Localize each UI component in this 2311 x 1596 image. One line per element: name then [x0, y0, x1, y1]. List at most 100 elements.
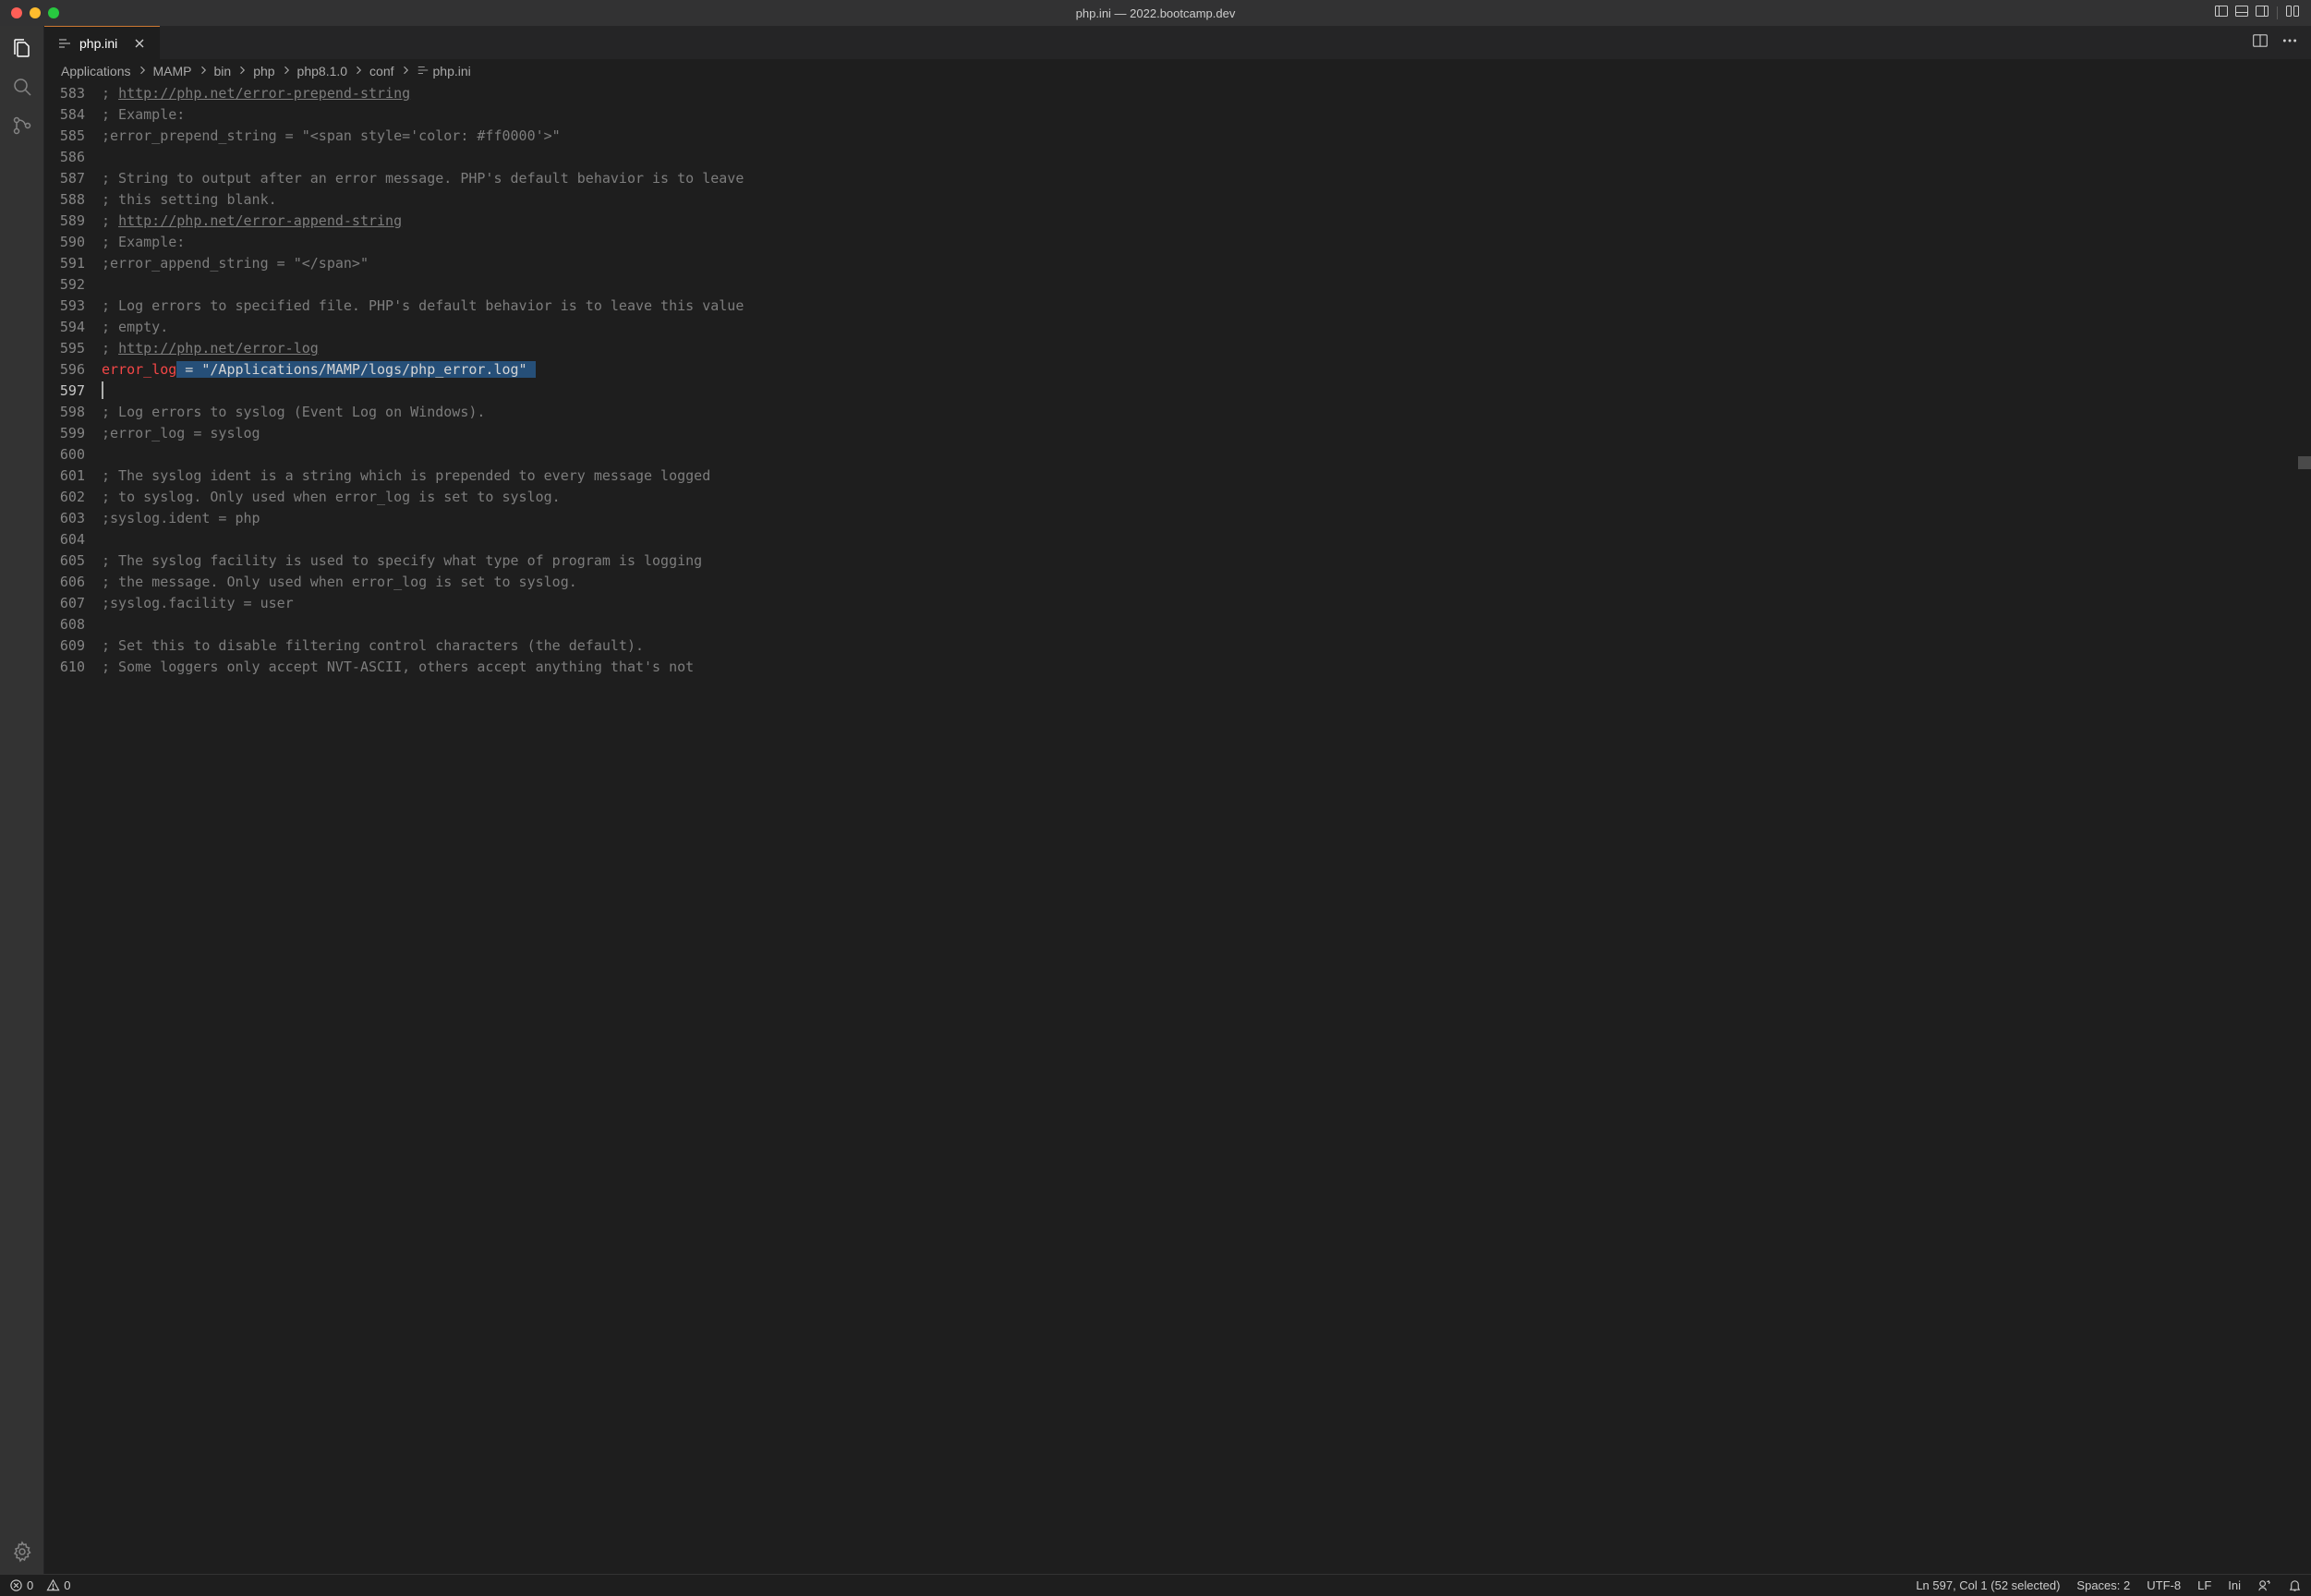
minimap[interactable]	[2298, 83, 2311, 1574]
breadcrumb-item[interactable]: php.ini	[417, 64, 471, 79]
code-line[interactable]: 601; The syslog ident is a string which …	[44, 466, 2311, 487]
file-lines-icon	[57, 36, 72, 51]
feedback-icon[interactable]	[2257, 1578, 2271, 1592]
minimap-viewport[interactable]	[2298, 456, 2311, 469]
line-number: 596	[44, 359, 102, 381]
line-content: ; http://php.net/error-log	[102, 338, 319, 359]
code-line[interactable]: 592	[44, 274, 2311, 296]
editor-column: php.ini Applications MAMP bin php php8.1.0 co…	[44, 26, 2311, 1574]
tab-php-ini[interactable]: php.ini	[44, 26, 160, 59]
settings-gear-icon[interactable]	[9, 1539, 35, 1565]
breadcrumb-item[interactable]: bin	[214, 64, 232, 79]
status-bar: 0 0 Ln 597, Col 1 (52 selected) Spaces: …	[0, 1574, 2311, 1596]
line-number: 602	[44, 487, 102, 508]
line-number: 595	[44, 338, 102, 359]
more-actions-icon[interactable]	[2281, 32, 2298, 54]
code-line[interactable]: 603;syslog.ident = php	[44, 508, 2311, 529]
status-language[interactable]: Ini	[2228, 1578, 2241, 1592]
code-line[interactable]: 593; Log errors to specified file. PHP's…	[44, 296, 2311, 317]
status-position[interactable]: Ln 597, Col 1 (52 selected)	[1916, 1578, 2060, 1592]
line-number: 600	[44, 444, 102, 466]
code-line[interactable]: 584; Example:	[44, 104, 2311, 126]
line-content: ;syslog.facility = user	[102, 593, 294, 614]
layout-left-icon[interactable]	[2214, 4, 2229, 23]
source-control-icon[interactable]	[9, 113, 35, 139]
line-number: 598	[44, 402, 102, 423]
code-line[interactable]: 607;syslog.facility = user	[44, 593, 2311, 614]
line-number: 584	[44, 104, 102, 126]
code-line[interactable]: 596error_log = "/Applications/MAMP/logs/…	[44, 359, 2311, 381]
code-line[interactable]: 610; Some loggers only accept NVT-ASCII,…	[44, 657, 2311, 678]
breadcrumb-item[interactable]: conf	[369, 64, 393, 79]
code-line[interactable]: 587; String to output after an error mes…	[44, 168, 2311, 189]
line-content: ; Log errors to specified file. PHP's de…	[102, 296, 744, 317]
line-content: ; this setting blank.	[102, 189, 277, 211]
status-warnings[interactable]: 0	[46, 1578, 70, 1592]
line-content: ; the message. Only used when error_log …	[102, 572, 577, 593]
code-line[interactable]: 600	[44, 444, 2311, 466]
line-content: ; http://php.net/error-append-string	[102, 211, 402, 232]
line-number: 610	[44, 657, 102, 678]
breadcrumb-item[interactable]: php8.1.0	[297, 64, 348, 79]
search-icon[interactable]	[9, 74, 35, 100]
text-cursor	[102, 381, 103, 399]
code-line[interactable]: 606; the message. Only used when error_l…	[44, 572, 2311, 593]
code-line[interactable]: 589; http://php.net/error-append-string	[44, 211, 2311, 232]
main-area: php.ini Applications MAMP bin php php8.1.0 co…	[0, 26, 2311, 1574]
breadcrumb[interactable]: Applications MAMP bin php php8.1.0 conf php.in…	[44, 59, 2311, 83]
code-line[interactable]: 605; The syslog facility is used to spec…	[44, 550, 2311, 572]
code-line[interactable]: 608	[44, 614, 2311, 635]
chevron-right-icon	[281, 64, 292, 79]
line-content: ; Example:	[102, 104, 185, 126]
breadcrumb-item[interactable]: Applications	[61, 64, 131, 79]
chevron-right-icon	[400, 64, 411, 79]
code-line[interactable]: 602; to syslog. Only used when error_log…	[44, 487, 2311, 508]
code-line[interactable]: 604	[44, 529, 2311, 550]
maximize-window-button[interactable]	[48, 7, 59, 18]
layout-right-icon[interactable]	[2255, 4, 2269, 23]
line-content: ; The syslog ident is a string which is …	[102, 466, 710, 487]
code-line[interactable]: 588; this setting blank.	[44, 189, 2311, 211]
status-errors[interactable]: 0	[9, 1578, 33, 1592]
editor[interactable]: 583; http://php.net/error-prepend-string…	[44, 83, 2311, 1574]
breadcrumb-item[interactable]: MAMP	[153, 64, 192, 79]
status-encoding[interactable]: UTF-8	[2147, 1578, 2181, 1592]
close-tab-icon[interactable]	[132, 36, 147, 51]
line-number: 607	[44, 593, 102, 614]
code-line[interactable]: 585;error_prepend_string = "<span style=…	[44, 126, 2311, 147]
chevron-right-icon	[198, 64, 209, 79]
close-window-button[interactable]	[11, 7, 22, 18]
layout-bottom-icon[interactable]	[2234, 4, 2249, 23]
split-editor-icon[interactable]	[2252, 32, 2269, 54]
code-line[interactable]: 595; http://php.net/error-log	[44, 338, 2311, 359]
file-lines-icon	[417, 64, 430, 79]
code-line[interactable]: 591;error_append_string = "</span>"	[44, 253, 2311, 274]
line-content: ; http://php.net/error-prepend-string	[102, 83, 410, 104]
code-line[interactable]: 599;error_log = syslog	[44, 423, 2311, 444]
code-line[interactable]: 598; Log errors to syslog (Event Log on …	[44, 402, 2311, 423]
breadcrumb-item[interactable]: php	[253, 64, 274, 79]
status-spaces[interactable]: Spaces: 2	[2076, 1578, 2130, 1592]
code-line[interactable]: 586	[44, 147, 2311, 168]
line-content: ; Set this to disable filtering control …	[102, 635, 644, 657]
line-number: 585	[44, 126, 102, 147]
code-line[interactable]: 609; Set this to disable filtering contr…	[44, 635, 2311, 657]
tab-label: php.ini	[79, 36, 117, 51]
window-controls	[11, 7, 59, 18]
code-line[interactable]: 583; http://php.net/error-prepend-string	[44, 83, 2311, 104]
minimize-window-button[interactable]	[30, 7, 41, 18]
status-eol[interactable]: LF	[2197, 1578, 2211, 1592]
code-line[interactable]: 597	[44, 381, 2311, 402]
bell-icon[interactable]	[2288, 1578, 2302, 1592]
explorer-icon[interactable]	[9, 35, 35, 61]
line-number: 591	[44, 253, 102, 274]
code-line[interactable]: 594; empty.	[44, 317, 2311, 338]
code-line[interactable]: 590; Example:	[44, 232, 2311, 253]
line-number: 605	[44, 550, 102, 572]
line-content: ; Log errors to syslog (Event Log on Win…	[102, 402, 485, 423]
line-content: ; Example:	[102, 232, 185, 253]
layout-customize-icon[interactable]	[2285, 4, 2300, 23]
line-content: ;error_prepend_string = "<span style='co…	[102, 126, 561, 147]
line-content: ; String to output after an error messag…	[102, 168, 744, 189]
title-layout-icons	[2214, 4, 2300, 23]
